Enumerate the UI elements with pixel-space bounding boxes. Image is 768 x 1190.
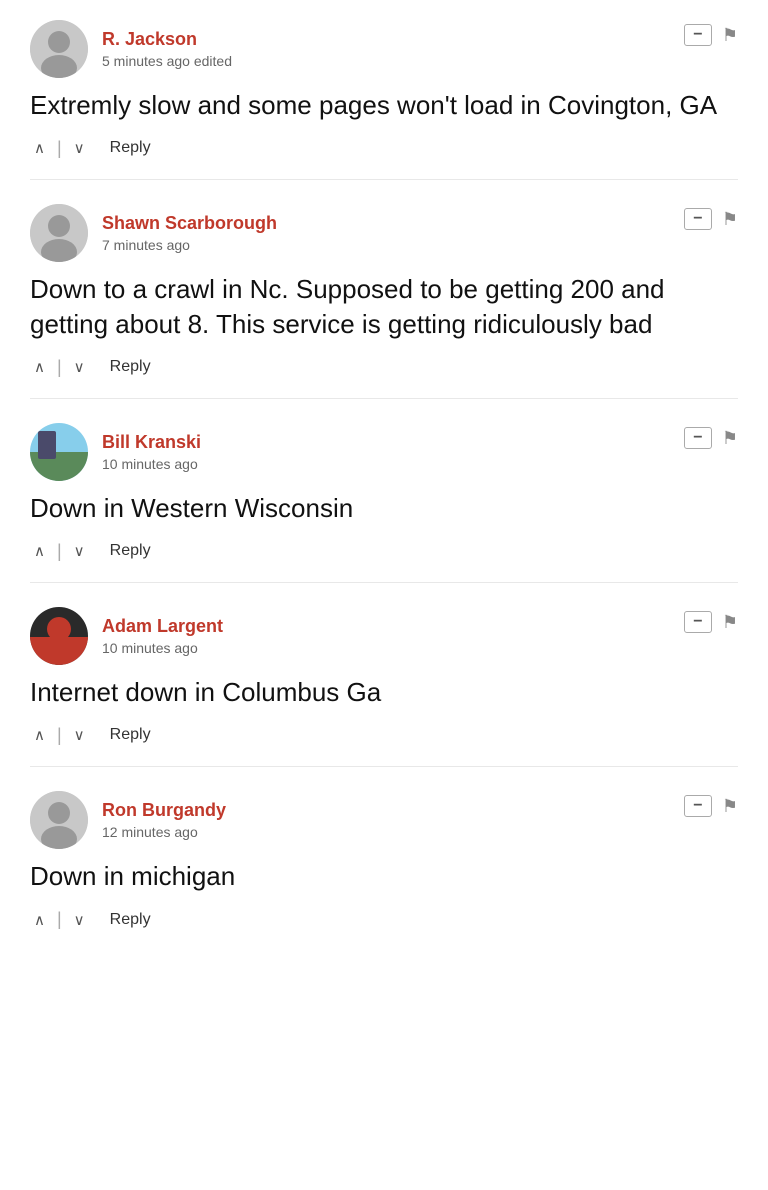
comment-timestamp: 10 minutes ago: [102, 640, 223, 656]
comment-footer: ∧ | ∨ Reply: [30, 540, 738, 562]
flag-icon[interactable]: ⚑: [722, 25, 738, 46]
reply-button[interactable]: Reply: [110, 542, 151, 560]
author-info: Ron Burgandy 12 minutes ago: [102, 800, 226, 840]
upvote-button[interactable]: ∧: [30, 356, 49, 378]
comment-actions: − ⚑: [684, 795, 738, 817]
divider: |: [57, 909, 62, 930]
comment-item: R. Jackson 5 minutes ago edited − ⚑ Extr…: [30, 20, 738, 180]
comment-header-left: R. Jackson 5 minutes ago edited: [30, 20, 232, 78]
avatar: [30, 423, 88, 481]
divider2: [97, 357, 102, 378]
reply-button[interactable]: Reply: [110, 726, 151, 744]
reply-button[interactable]: Reply: [110, 139, 151, 157]
comment-footer: ∧ | ∨ Reply: [30, 137, 738, 159]
divider2: [97, 909, 102, 930]
reply-button[interactable]: Reply: [110, 911, 151, 929]
author-info: R. Jackson 5 minutes ago edited: [102, 29, 232, 69]
divider: |: [57, 138, 62, 159]
author-name: Ron Burgandy: [102, 800, 226, 821]
flag-icon[interactable]: ⚑: [722, 612, 738, 633]
upvote-button[interactable]: ∧: [30, 724, 49, 746]
comment-timestamp: 10 minutes ago: [102, 456, 201, 472]
author-info: Adam Largent 10 minutes ago: [102, 616, 223, 656]
divider2: [97, 138, 102, 159]
comment-header-left: Adam Largent 10 minutes ago: [30, 607, 223, 665]
flag-icon[interactable]: ⚑: [722, 209, 738, 230]
downvote-button[interactable]: ∨: [70, 356, 89, 378]
comment-header: Shawn Scarborough 7 minutes ago − ⚑: [30, 204, 738, 262]
collapse-button[interactable]: −: [684, 427, 712, 449]
comment-actions: − ⚑: [684, 611, 738, 633]
comment-actions: − ⚑: [684, 24, 738, 46]
downvote-button[interactable]: ∨: [70, 909, 89, 931]
avatar: [30, 20, 88, 78]
comment-text: Extremly slow and some pages won't load …: [30, 88, 738, 123]
downvote-button[interactable]: ∨: [70, 137, 89, 159]
comment-text: Down in Western Wisconsin: [30, 491, 738, 526]
comment-item: Bill Kranski 10 minutes ago − ⚑ Down in …: [30, 423, 738, 583]
avatar: [30, 791, 88, 849]
comment-footer: ∧ | ∨ Reply: [30, 909, 738, 931]
comment-item: Shawn Scarborough 7 minutes ago − ⚑ Down…: [30, 204, 738, 399]
upvote-button[interactable]: ∧: [30, 540, 49, 562]
avatar: [30, 607, 88, 665]
comment-header: Adam Largent 10 minutes ago − ⚑: [30, 607, 738, 665]
comment-timestamp: 12 minutes ago: [102, 824, 226, 840]
comment-header-left: Bill Kranski 10 minutes ago: [30, 423, 201, 481]
comment-footer: ∧ | ∨ Reply: [30, 356, 738, 378]
divider: |: [57, 357, 62, 378]
comment-timestamp: 5 minutes ago edited: [102, 53, 232, 69]
comment-header-left: Shawn Scarborough 7 minutes ago: [30, 204, 277, 262]
author-name: R. Jackson: [102, 29, 232, 50]
downvote-button[interactable]: ∨: [70, 540, 89, 562]
collapse-button[interactable]: −: [684, 795, 712, 817]
avatar: [30, 204, 88, 262]
author-name: Shawn Scarborough: [102, 213, 277, 234]
comment-text: Down in michigan: [30, 859, 738, 894]
collapse-button[interactable]: −: [684, 24, 712, 46]
comment-actions: − ⚑: [684, 427, 738, 449]
reply-button[interactable]: Reply: [110, 358, 151, 376]
comment-header: Bill Kranski 10 minutes ago − ⚑: [30, 423, 738, 481]
divider2: [97, 541, 102, 562]
upvote-button[interactable]: ∧: [30, 137, 49, 159]
divider2: [97, 725, 102, 746]
author-info: Bill Kranski 10 minutes ago: [102, 432, 201, 472]
comment-header: R. Jackson 5 minutes ago edited − ⚑: [30, 20, 738, 78]
flag-icon[interactable]: ⚑: [722, 428, 738, 449]
flag-icon[interactable]: ⚑: [722, 796, 738, 817]
comment-timestamp: 7 minutes ago: [102, 237, 277, 253]
author-info: Shawn Scarborough 7 minutes ago: [102, 213, 277, 253]
comment-header: Ron Burgandy 12 minutes ago − ⚑: [30, 791, 738, 849]
divider: |: [57, 541, 62, 562]
comment-text: Down to a crawl in Nc. Supposed to be ge…: [30, 272, 738, 342]
comment-text: Internet down in Columbus Ga: [30, 675, 738, 710]
comment-header-left: Ron Burgandy 12 minutes ago: [30, 791, 226, 849]
divider: |: [57, 725, 62, 746]
collapse-button[interactable]: −: [684, 208, 712, 230]
upvote-button[interactable]: ∧: [30, 909, 49, 931]
comment-footer: ∧ | ∨ Reply: [30, 724, 738, 746]
author-name: Bill Kranski: [102, 432, 201, 453]
collapse-button[interactable]: −: [684, 611, 712, 633]
author-name: Adam Largent: [102, 616, 223, 637]
comment-item: Ron Burgandy 12 minutes ago − ⚑ Down in …: [30, 791, 738, 950]
comment-item: Adam Largent 10 minutes ago − ⚑ Internet…: [30, 607, 738, 767]
downvote-button[interactable]: ∨: [70, 724, 89, 746]
comment-actions: − ⚑: [684, 208, 738, 230]
